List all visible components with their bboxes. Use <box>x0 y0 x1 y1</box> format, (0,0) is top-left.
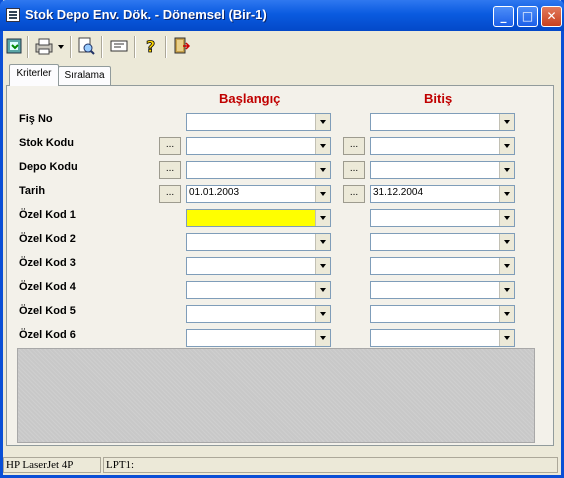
combo-value: 01.01.2003 <box>189 187 240 198</box>
svg-text:?: ? <box>146 37 155 56</box>
ozel-kod-6-start-combo[interactable] <box>186 329 331 347</box>
chevron-down-icon[interactable] <box>499 114 514 130</box>
ozel-kod-1-end-combo[interactable] <box>370 209 515 227</box>
tarih-end-lookup-button[interactable]: ... <box>343 185 365 203</box>
header-start: Başlangıç <box>219 91 281 106</box>
status-bar: HP LaserJet 4P LPT1: <box>3 455 558 475</box>
label-fis-no: Fiş No <box>19 113 53 125</box>
ozel-kod-2-start-combo[interactable] <box>186 233 331 251</box>
ozel-kod-4-end-combo[interactable] <box>370 281 515 299</box>
chevron-down-icon[interactable] <box>499 234 514 250</box>
ozel-kod-3-start-combo[interactable] <box>186 257 331 275</box>
chevron-down-icon[interactable] <box>315 234 330 250</box>
status-port: LPT1: <box>103 457 558 473</box>
header-end: Bitiş <box>424 91 453 106</box>
chevron-down-icon[interactable] <box>315 258 330 274</box>
print-icon[interactable] <box>33 36 67 58</box>
depo-kodu-end-combo[interactable] <box>370 161 515 179</box>
app-icon <box>6 8 20 22</box>
chevron-down-icon[interactable] <box>499 258 514 274</box>
chevron-down-icon[interactable] <box>499 282 514 298</box>
fis-no-start-combo[interactable] <box>186 113 331 131</box>
chevron-down-icon[interactable] <box>499 186 514 202</box>
depo-kodu-end-lookup-button[interactable]: ... <box>343 161 365 179</box>
label-depo-kodu: Depo Kodu <box>19 161 78 173</box>
chevron-down-icon[interactable] <box>315 282 330 298</box>
label-tarih: Tarih <box>19 185 46 197</box>
ozel-kod-1-start-combo[interactable] <box>186 209 331 227</box>
chevron-down-icon[interactable] <box>315 306 330 322</box>
label-stok-kodu: Stok Kodu <box>19 137 74 149</box>
ozel-kod-2-end-combo[interactable] <box>370 233 515 251</box>
label-ozel-kod-1: Özel Kod 1 <box>19 209 76 221</box>
tab-kriterler[interactable]: Kriterler <box>9 64 59 86</box>
toolbar-separator <box>134 36 136 58</box>
depo-kodu-start-combo[interactable] <box>186 161 331 179</box>
label-ozel-kod-6: Özel Kod 6 <box>19 329 76 341</box>
ozel-kod-6-end-combo[interactable] <box>370 329 515 347</box>
window-title: Stok Depo Env. Dök. - Dönemsel (Bir-1) <box>25 7 267 22</box>
label-ozel-kod-5: Özel Kod 5 <box>19 305 76 317</box>
chevron-down-icon[interactable] <box>315 210 330 226</box>
empty-area <box>17 348 535 443</box>
ozel-kod-4-start-combo[interactable] <box>186 281 331 299</box>
minimize-button[interactable]: _ <box>493 6 514 27</box>
export-icon[interactable] <box>109 36 131 58</box>
tarih-end-combo[interactable]: 31.12.2004 <box>370 185 515 203</box>
toolbar-separator <box>165 36 167 58</box>
door-exit-icon[interactable] <box>171 36 193 58</box>
chevron-down-icon[interactable] <box>315 162 330 178</box>
maximize-button[interactable]: □ <box>517 6 538 27</box>
toolbar-separator <box>101 36 103 58</box>
label-ozel-kod-4: Özel Kod 4 <box>19 281 76 293</box>
preview-icon[interactable] <box>76 36 98 58</box>
title-bar[interactable]: Stok Depo Env. Dök. - Dönemsel (Bir-1) _… <box>0 0 564 31</box>
toolbar-separator <box>27 36 29 58</box>
chevron-down-icon[interactable] <box>499 162 514 178</box>
stok-kodu-end-combo[interactable] <box>370 137 515 155</box>
chevron-down-icon[interactable] <box>315 138 330 154</box>
status-printer: HP LaserJet 4P <box>3 457 101 473</box>
close-button[interactable]: ✕ <box>541 6 562 27</box>
fis-no-end-combo[interactable] <box>370 113 515 131</box>
label-ozel-kod-3: Özel Kod 3 <box>19 257 76 269</box>
chevron-down-icon[interactable] <box>315 330 330 346</box>
help-icon[interactable]: ? <box>141 36 163 58</box>
label-ozel-kod-2: Özel Kod 2 <box>19 233 76 245</box>
toolbar: ? <box>3 33 558 61</box>
tab-siralama[interactable]: Sıralama <box>58 66 111 85</box>
tarih-start-lookup-button[interactable]: ... <box>159 185 181 203</box>
ozel-kod-5-end-combo[interactable] <box>370 305 515 323</box>
depo-kodu-start-lookup-button[interactable]: ... <box>159 161 181 179</box>
ozel-kod-5-start-combo[interactable] <box>186 305 331 323</box>
stok-kodu-start-lookup-button[interactable]: ... <box>159 137 181 155</box>
combo-value: 31.12.2004 <box>373 187 424 198</box>
chevron-down-icon[interactable] <box>315 186 330 202</box>
stok-kodu-start-combo[interactable] <box>186 137 331 155</box>
chevron-down-icon[interactable] <box>499 138 514 154</box>
exit-icon[interactable] <box>5 36 27 58</box>
toolbar-separator <box>70 36 72 58</box>
chevron-down-icon[interactable] <box>499 210 514 226</box>
chevron-down-icon[interactable] <box>499 306 514 322</box>
stok-kodu-end-lookup-button[interactable]: ... <box>343 137 365 155</box>
ozel-kod-3-end-combo[interactable] <box>370 257 515 275</box>
chevron-down-icon[interactable] <box>499 330 514 346</box>
chevron-down-icon[interactable] <box>315 114 330 130</box>
tarih-start-combo[interactable]: 01.01.2003 <box>186 185 331 203</box>
